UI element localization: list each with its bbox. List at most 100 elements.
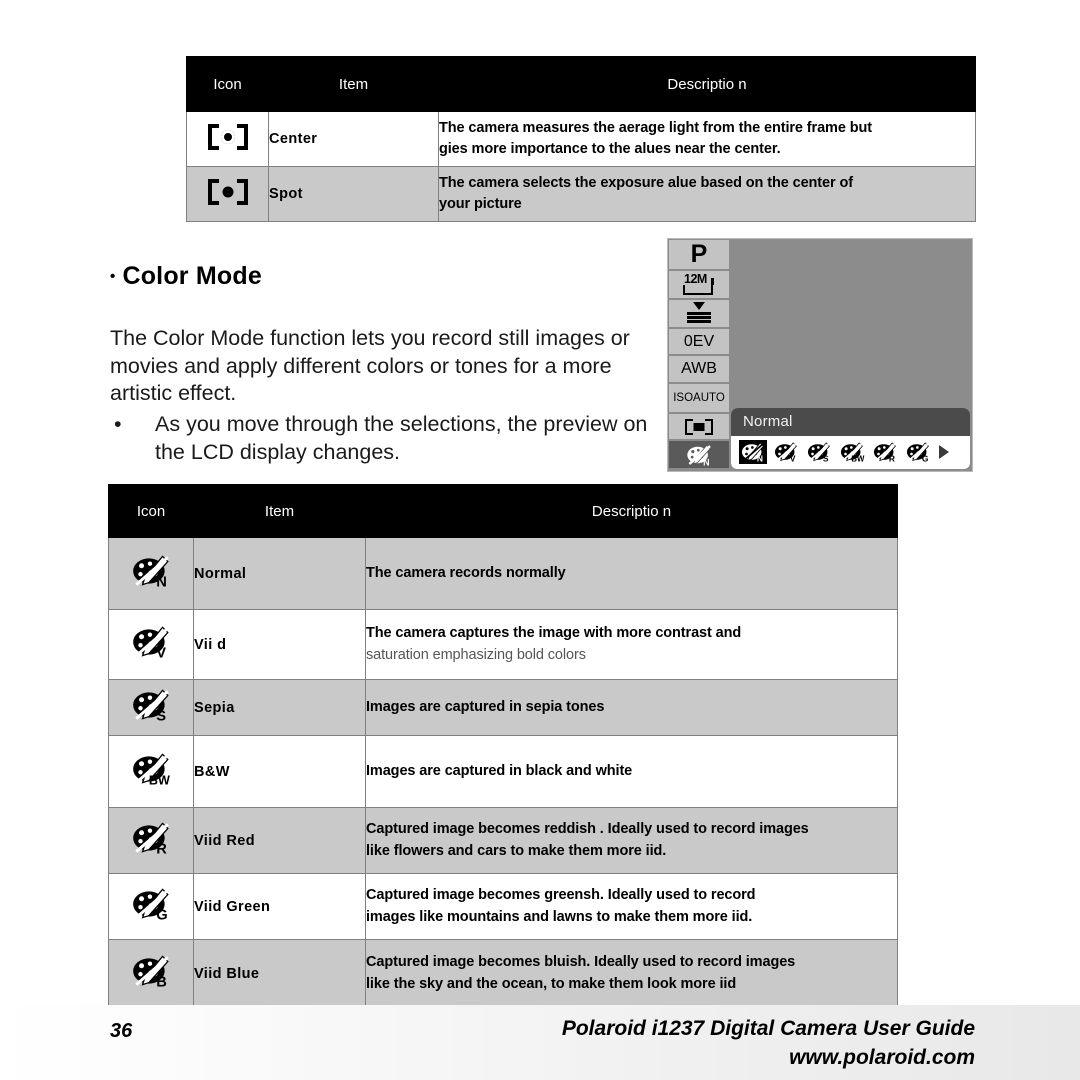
desc-line: like flowers and cars to make them more …	[366, 842, 667, 859]
svg-text:N: N	[757, 454, 763, 463]
color-mode-palette-icon: G	[130, 887, 172, 921]
table-row: S Sepia Images are captured in sepia tones	[108, 679, 898, 736]
resolution-label: 12M	[684, 272, 707, 287]
colormode-item-label: Normal	[193, 537, 366, 610]
mode-p-chip: P	[669, 240, 729, 269]
colormode-icon-cell: G	[108, 873, 194, 940]
lcd-option-sepia[interactable]: S	[805, 440, 833, 464]
table-row: R Viid Red Captured image becomes reddish …	[108, 807, 898, 874]
colormode-icon-cell: V	[108, 609, 194, 680]
bullet-list-item: • As you move through the selections, th…	[110, 411, 650, 466]
metering-table: Icon Item Descriptio n Center The camera…	[186, 56, 976, 222]
lcd-option-vivid[interactable]: V	[772, 440, 800, 464]
color-mode-palette-icon: V	[130, 625, 172, 659]
metering-spot-icon-cell	[186, 166, 269, 222]
desc-line: Captured image becomes greensh. Ideally …	[366, 887, 756, 904]
colormode-description: The camera captures the image with more …	[365, 609, 898, 680]
desc-line: gies more importance to the alues near t…	[439, 141, 781, 157]
metering-description: The camera measures the aerage light fro…	[438, 111, 976, 167]
lcd-menu-title: Normal	[731, 408, 970, 436]
colormode-item-label: Viid Red	[193, 807, 366, 874]
desc-line: your picture	[439, 196, 522, 212]
color-mode-palette-icon: BW	[130, 752, 172, 786]
svg-text:R: R	[156, 842, 167, 855]
colormode-description: The camera records normally	[365, 537, 898, 610]
svg-text:V: V	[156, 646, 166, 659]
lcd-option-bw[interactable]: BW	[838, 440, 866, 464]
column-header-description: Descriptio n	[438, 56, 976, 112]
colormode-description: Captured image becomes bluish. Ideally u…	[365, 939, 898, 1008]
desc-line: images like mountains and lawns to make …	[366, 908, 753, 925]
colormode-item-label: Viid Blue	[193, 939, 366, 1008]
svg-text:BW: BW	[851, 455, 865, 463]
colormode-icon-cell: R	[108, 807, 194, 874]
desc-line: Captured image becomes bluish. Ideally u…	[366, 954, 796, 971]
white-balance-chip: AWB	[669, 356, 729, 383]
page-title: • Color Mode	[110, 262, 262, 291]
table-row: BW B&W Images are captured in black and wh…	[108, 735, 898, 808]
color-mode-palette-icon: B	[130, 954, 172, 988]
svg-text:B: B	[156, 975, 167, 988]
svg-text:V: V	[790, 454, 796, 463]
footer-title: Polaroid i1237 Digital Camera User Guide	[561, 1017, 975, 1040]
desc-line: Captured image becomes reddish . Ideally…	[366, 821, 809, 838]
lcd-color-mode-menu[interactable]: Normal N V S BW R G	[731, 408, 970, 469]
page-title-text: Color Mode	[122, 262, 262, 290]
desc-line: Images are captured in black and white	[366, 762, 633, 779]
bullet-glyph: •	[114, 412, 122, 436]
colormode-item-label: B&W	[193, 735, 366, 808]
intro-paragraph: The Color Mode function lets you record …	[110, 326, 630, 406]
desc-line: The camera captures the image with more …	[366, 625, 742, 642]
color-mode-palette-icon: N	[130, 554, 172, 588]
resolution-icon: 12M	[682, 272, 716, 296]
colormode-description: Images are captured in black and white	[365, 735, 898, 808]
column-header-icon: Icon	[186, 56, 269, 112]
page-footer: 36 Polaroid i1237 Digital Camera User Gu…	[0, 1005, 1080, 1080]
colormode-icon-cell: S	[108, 679, 194, 736]
table-row: Spot The camera selects the exposure alu…	[186, 166, 976, 222]
colormode-description: Captured image becomes greensh. Ideally …	[365, 873, 898, 940]
quality-fine-icon	[684, 302, 714, 324]
metering-item-label: Spot	[268, 166, 439, 222]
footer-page-number: 36	[110, 1020, 133, 1042]
table-row: G Viid Green Captured image becomes greens…	[108, 873, 898, 940]
desc-line: The camera measures the aerage light fro…	[439, 119, 872, 136]
metering-center-icon	[207, 123, 248, 150]
iso-label-line2: AUTO	[693, 392, 725, 405]
svg-text:N: N	[156, 575, 167, 588]
exposure-ev-chip: 0EV	[669, 328, 729, 355]
metering-item-label: Center	[268, 111, 439, 167]
colormode-table: Icon Item Descriptio n N Normal The camera…	[108, 484, 898, 1008]
footer-url[interactable]: www.polaroid.com	[789, 1046, 975, 1070]
colormode-icon-cell: BW	[108, 735, 194, 808]
metering-description: The camera selects the exposure alue bas…	[438, 166, 976, 222]
color-mode-palette-icon: S	[130, 688, 172, 722]
bullet-glyph: •	[110, 268, 116, 285]
iso-chip: ISO AUTO	[669, 384, 729, 413]
lcd-preview-illustration: P 12M 0EV AWB ISO AUTO N Normal N V S BW…	[667, 238, 973, 472]
color-mode-palette-icon: R	[130, 821, 172, 855]
table-header-row: Icon Item Descriptio n	[108, 484, 898, 538]
column-header-description: Descriptio n	[365, 484, 898, 538]
table-row: N Normal The camera records normally	[108, 537, 898, 610]
lcd-option-normal[interactable]: N	[739, 440, 767, 464]
lcd-status-sidebar: P 12M 0EV AWB ISO AUTO N	[669, 240, 729, 470]
chevron-right-icon[interactable]	[939, 445, 949, 459]
colormode-description: Images are captured in sepia tones	[365, 679, 898, 736]
lcd-option-vivid-green[interactable]: G	[904, 440, 932, 464]
colormode-item-label: Vii d	[193, 609, 366, 680]
quality-fine-chip	[669, 299, 729, 327]
color-mode-palette-icon: N	[685, 444, 713, 466]
svg-text:N: N	[703, 457, 709, 466]
bullet-list-item-text: As you move through the selections, the …	[155, 412, 648, 464]
lcd-option-vivid-red[interactable]: R	[871, 440, 899, 464]
svg-text:G: G	[922, 454, 929, 463]
iso-label-line1: ISO	[673, 392, 694, 405]
resolution-12m-chip: 12M	[669, 270, 729, 298]
table-header-row: Icon Item Descriptio n	[186, 56, 976, 112]
table-row: B Viid Blue Captured image becomes bluish.…	[108, 939, 898, 1008]
metering-center-icon-cell	[186, 111, 269, 167]
desc-line: The camera selects the exposure alue bas…	[439, 174, 853, 191]
colormode-item-label: Viid Green	[193, 873, 366, 940]
svg-text:BW: BW	[149, 774, 170, 786]
